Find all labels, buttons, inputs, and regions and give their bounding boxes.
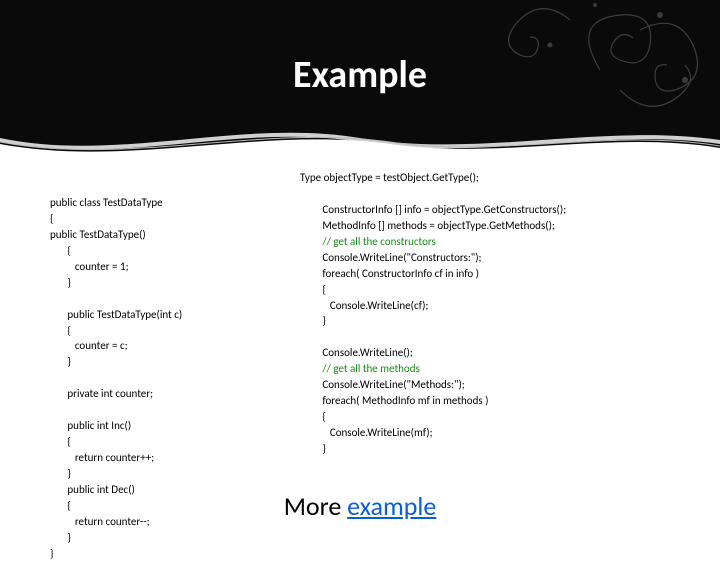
example-link[interactable]: example — [347, 490, 436, 522]
slide-title: Example — [0, 52, 720, 98]
code-block-3: Console.WriteLine("Methods:"); foreach( … — [300, 378, 488, 455]
code-block-1: Type objectType = testObject.GetType(); … — [300, 171, 566, 232]
footer-text: More example — [0, 490, 720, 522]
footer-prefix: More — [284, 490, 347, 522]
code-comment-2: // get all the methods — [300, 362, 420, 375]
wavy-separator-icon — [0, 118, 720, 168]
code-block-2: Console.WriteLine("Constructors:"); fore… — [300, 251, 481, 360]
code-comment-1: // get all the constructors — [300, 235, 436, 248]
